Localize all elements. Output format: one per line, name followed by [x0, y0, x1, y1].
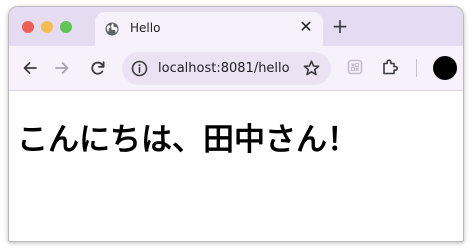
extension-icon[interactable]	[345, 57, 365, 77]
tab-strip: Hello ✕ +	[9, 7, 463, 46]
page-content: こんにちは、田中さん！	[9, 91, 463, 241]
new-tab-button[interactable]: +	[329, 15, 351, 37]
forward-arrow-icon[interactable]	[52, 58, 72, 78]
globe-icon	[105, 21, 119, 36]
avatar[interactable]	[433, 56, 457, 80]
page-heading: こんにちは、田中さん！	[17, 122, 358, 158]
minimize-window-button[interactable]	[41, 21, 53, 33]
browser-window: Hello ✕ + localhost:8081/hello こんにちは、田中さ…	[8, 6, 464, 242]
toolbar-divider	[416, 59, 417, 77]
tab-close-icon[interactable]: ✕	[297, 18, 315, 36]
browser-toolbar: localhost:8081/hello	[9, 46, 463, 91]
puzzle-icon[interactable]	[380, 57, 400, 77]
info-icon[interactable]	[131, 60, 148, 77]
tab-hello[interactable]: Hello ✕	[95, 12, 323, 46]
tab-title: Hello	[130, 21, 161, 35]
url-text: localhost:8081/hello	[158, 61, 290, 76]
close-window-button[interactable]	[22, 21, 34, 33]
back-arrow-icon[interactable]	[20, 58, 40, 78]
address-bar[interactable]: localhost:8081/hello	[122, 52, 331, 85]
reload-icon[interactable]	[88, 58, 108, 78]
star-icon[interactable]	[302, 59, 321, 78]
maximize-window-button[interactable]	[60, 21, 72, 33]
